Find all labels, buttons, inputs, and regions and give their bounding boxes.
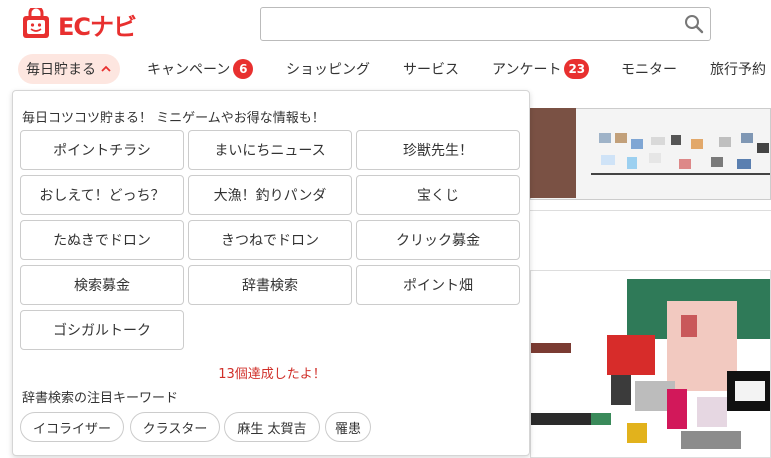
chevron-up-icon [101, 65, 111, 72]
menu-button-point-flyer[interactable]: ポイントチラシ [20, 130, 184, 170]
page: ECナビ 毎日貯まる キャンペーン 6 ショッピング サービス アンケート 23 [0, 0, 771, 458]
menu-button-search-donation[interactable]: 検索募金 [20, 265, 184, 305]
menu-button-dictionary-search[interactable]: 辞書検索 [188, 265, 352, 305]
nav-item-service[interactable]: サービス [403, 54, 459, 84]
menu-button-lottery[interactable]: 宝くじ [356, 175, 520, 215]
nav-item-label: ショッピング [286, 62, 370, 78]
menu-button-tanuki-doron[interactable]: たぬきでドロン [20, 220, 184, 260]
site-logo[interactable]: ECナビ [20, 7, 137, 41]
nav-item-label: アンケート [492, 62, 562, 78]
search-input[interactable] [267, 9, 677, 39]
menu-button-kitsune-doron[interactable]: きつねでドロン [188, 220, 352, 260]
background-divider [515, 210, 771, 211]
logo-text: ECナビ [58, 12, 137, 41]
keyword-chip[interactable]: イコライザー [20, 412, 124, 442]
menu-button-point-field[interactable]: ポイント畑 [356, 265, 520, 305]
nav-item-label: 旅行予約 [710, 62, 766, 78]
main-nav: 毎日貯まる キャンペーン 6 ショッピング サービス アンケート 23 モニター… [0, 52, 771, 86]
menu-button-oshiete-docchi[interactable]: おしえて！どっち？ [20, 175, 184, 215]
keyword-chip[interactable]: 罹患 [325, 412, 371, 442]
menu-button-click-donation[interactable]: クリック募金 [356, 220, 520, 260]
search-box [260, 7, 711, 41]
nav-item-campaign[interactable]: キャンペーン 6 [147, 54, 254, 84]
nav-item-label: モニター [621, 62, 677, 78]
nav-item-shopping[interactable]: ショッピング [286, 54, 370, 84]
menu-button-chinju-sensei[interactable]: 珍獣先生！ [356, 130, 520, 170]
nav-badge: 23 [564, 59, 590, 79]
nav-item-monitor[interactable]: モニター [621, 54, 677, 84]
keyword-chip[interactable]: 麻生 太賀吉 [224, 412, 320, 442]
nav-item-travel[interactable]: 旅行予約 [710, 54, 766, 84]
menu-button-goshigal-talk[interactable]: ゴシガルトーク [20, 310, 184, 350]
nav-item-label: 毎日貯まる [26, 62, 96, 78]
achievement-message: 13個達成したよ！ [218, 367, 326, 382]
search-icon[interactable] [684, 14, 704, 34]
daily-dropdown-menu: 毎日コツコツ貯まる！ ミニゲームやお得な情報も！ ポイントチラシ まいにちニュー… [12, 90, 530, 456]
nav-item-daily[interactable]: 毎日貯まる [18, 54, 120, 84]
background-image [530, 270, 771, 458]
nav-badge: 6 [233, 59, 254, 79]
menu-button-daily-news[interactable]: まいにちニュース [188, 130, 352, 170]
dropdown-heading: 毎日コツコツ貯まる！ ミニゲームやお得な情報も！ [22, 111, 325, 126]
nav-item-survey[interactable]: アンケート 23 [492, 54, 590, 84]
keyword-chip[interactable]: クラスター [130, 412, 220, 442]
background-image-tile [530, 108, 576, 198]
nav-item-label: サービス [403, 62, 459, 78]
keyword-section-title: 辞書検索の注目キーワード [22, 391, 179, 406]
nav-item-label: キャンペーン [147, 62, 231, 78]
logo-bag-icon [23, 8, 49, 38]
menu-button-fishing-panda[interactable]: 大漁！釣りパンダ [188, 175, 352, 215]
